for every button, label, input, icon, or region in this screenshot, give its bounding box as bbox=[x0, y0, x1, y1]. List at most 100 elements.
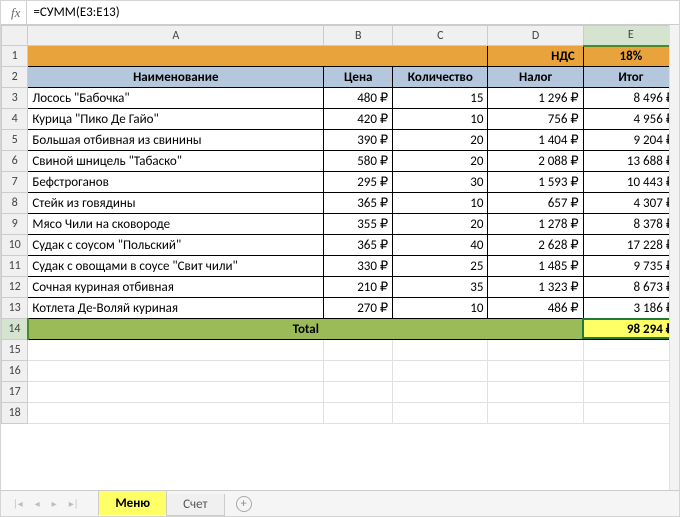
cell-qty[interactable]: 30 bbox=[393, 172, 488, 193]
row-header-2[interactable]: 2 bbox=[2, 67, 28, 88]
select-all-corner[interactable] bbox=[2, 26, 28, 46]
cell-total[interactable]: 8 378 ₽ bbox=[583, 214, 678, 235]
cell-name[interactable]: Мясо Чили на сковороде bbox=[28, 214, 324, 235]
row-header-14[interactable]: 14 bbox=[2, 319, 28, 340]
row-header-13[interactable]: 13 bbox=[2, 298, 28, 319]
worksheet-grid[interactable]: A B C D E 1 НДС 18% 2 Наименование Цена … bbox=[1, 25, 679, 483]
row-header-6[interactable]: 6 bbox=[2, 151, 28, 172]
row-header-17[interactable]: 17 bbox=[2, 382, 28, 403]
cell[interactable] bbox=[393, 340, 488, 361]
cell[interactable] bbox=[583, 340, 678, 361]
col-header-C[interactable]: C bbox=[393, 26, 488, 46]
cell-price[interactable]: 270 ₽ bbox=[324, 298, 393, 319]
cell[interactable] bbox=[28, 340, 324, 361]
cell-qty[interactable]: 20 bbox=[393, 130, 488, 151]
cell-tax[interactable]: 657 ₽ bbox=[488, 193, 583, 214]
header-tax[interactable]: Налог bbox=[488, 67, 583, 88]
cell-price[interactable]: 210 ₽ bbox=[324, 277, 393, 298]
cell[interactable] bbox=[28, 361, 324, 382]
cell-total[interactable]: 4 307 ₽ bbox=[583, 193, 678, 214]
formula-input[interactable] bbox=[27, 1, 679, 24]
col-header-B[interactable]: B bbox=[324, 26, 393, 46]
cell[interactable] bbox=[324, 382, 393, 403]
cell-tax[interactable]: 2 628 ₽ bbox=[488, 235, 583, 256]
row-header-7[interactable]: 7 bbox=[2, 172, 28, 193]
cell[interactable] bbox=[583, 361, 678, 382]
vertical-scrollbar[interactable] bbox=[669, 25, 679, 490]
header-total[interactable]: Итог bbox=[583, 67, 678, 88]
cell-tax[interactable]: 1 593 ₽ bbox=[488, 172, 583, 193]
tab-schet[interactable]: Счет bbox=[166, 494, 224, 516]
cell-qty[interactable]: 20 bbox=[393, 214, 488, 235]
total-value[interactable]: 98 294 ₽ bbox=[583, 319, 678, 340]
cell[interactable] bbox=[488, 403, 583, 424]
cell-price[interactable]: 330 ₽ bbox=[324, 256, 393, 277]
cell-price[interactable]: 480 ₽ bbox=[324, 88, 393, 109]
cell-tax[interactable]: 1 323 ₽ bbox=[488, 277, 583, 298]
cell-name[interactable]: Судак с соусом "Польский" bbox=[28, 235, 324, 256]
cell-qty[interactable]: 10 bbox=[393, 193, 488, 214]
cell-name[interactable]: Свиной шницель "Табаско" bbox=[28, 151, 324, 172]
cell[interactable] bbox=[28, 382, 324, 403]
cell[interactable] bbox=[488, 382, 583, 403]
row-header-10[interactable]: 10 bbox=[2, 235, 28, 256]
cell[interactable] bbox=[393, 361, 488, 382]
row-header-11[interactable]: 11 bbox=[2, 256, 28, 277]
row-header-1[interactable]: 1 bbox=[2, 46, 28, 67]
nds-label[interactable]: НДС bbox=[488, 46, 583, 67]
cell[interactable] bbox=[393, 382, 488, 403]
cell-price[interactable]: 390 ₽ bbox=[324, 130, 393, 151]
cell-tax[interactable]: 1 404 ₽ bbox=[488, 130, 583, 151]
cell-name[interactable]: Котлета Де-Воляй куриная bbox=[28, 298, 324, 319]
cell-price[interactable]: 355 ₽ bbox=[324, 214, 393, 235]
cell[interactable] bbox=[583, 403, 678, 424]
cell-tax[interactable]: 756 ₽ bbox=[488, 109, 583, 130]
row-header-9[interactable]: 9 bbox=[2, 214, 28, 235]
cell-name[interactable]: Большая отбивная из свинины bbox=[28, 130, 324, 151]
cell-total[interactable]: 13 688 ₽ bbox=[583, 151, 678, 172]
cell-total[interactable]: 9 204 ₽ bbox=[583, 130, 678, 151]
cell[interactable] bbox=[324, 361, 393, 382]
row-header-18[interactable]: 18 bbox=[2, 403, 28, 424]
cell-total[interactable]: 8 673 ₽ bbox=[583, 277, 678, 298]
cell-price[interactable]: 580 ₽ bbox=[324, 151, 393, 172]
row-header-8[interactable]: 8 bbox=[2, 193, 28, 214]
row-header-5[interactable]: 5 bbox=[2, 130, 28, 151]
cell-name[interactable]: Бефстроганов bbox=[28, 172, 324, 193]
nav-next-icon[interactable]: ▸ bbox=[46, 497, 63, 510]
nav-last-icon[interactable]: ▸| bbox=[63, 497, 85, 510]
cell-qty[interactable]: 35 bbox=[393, 277, 488, 298]
cell[interactable] bbox=[393, 403, 488, 424]
nav-first-icon[interactable]: |◂ bbox=[7, 497, 29, 510]
cell[interactable] bbox=[583, 382, 678, 403]
row-header-16[interactable]: 16 bbox=[2, 361, 28, 382]
cell-price[interactable]: 295 ₽ bbox=[324, 172, 393, 193]
cell[interactable] bbox=[488, 340, 583, 361]
cell-qty[interactable]: 20 bbox=[393, 151, 488, 172]
cell[interactable] bbox=[324, 340, 393, 361]
cell-total[interactable]: 4 956 ₽ bbox=[583, 109, 678, 130]
cell[interactable] bbox=[488, 361, 583, 382]
cell-name[interactable]: Судак с овощами в соусе "Свит чили" bbox=[28, 256, 324, 277]
tab-menu[interactable]: Меню bbox=[98, 491, 167, 516]
row-header-12[interactable]: 12 bbox=[2, 277, 28, 298]
row-header-3[interactable]: 3 bbox=[2, 88, 28, 109]
cell-qty[interactable]: 40 bbox=[393, 235, 488, 256]
cell-qty[interactable]: 10 bbox=[393, 109, 488, 130]
row-header-4[interactable]: 4 bbox=[2, 109, 28, 130]
cell-qty[interactable]: 10 bbox=[393, 298, 488, 319]
cell-total[interactable]: 8 496 ₽ bbox=[583, 88, 678, 109]
cell-name[interactable]: Курица "Пико Де Гайо" bbox=[28, 109, 324, 130]
cell-name[interactable]: Сочная куриная отбивная bbox=[28, 277, 324, 298]
cell-total[interactable]: 9 735 ₽ bbox=[583, 256, 678, 277]
total-label[interactable]: Total bbox=[28, 319, 583, 340]
col-header-E[interactable]: E bbox=[583, 26, 678, 46]
cell[interactable] bbox=[324, 403, 393, 424]
cell-qty[interactable]: 15 bbox=[393, 88, 488, 109]
row-header-15[interactable]: 15 bbox=[2, 340, 28, 361]
header-qty[interactable]: Количество bbox=[393, 67, 488, 88]
cell-tax[interactable]: 1 296 ₽ bbox=[488, 88, 583, 109]
col-header-A[interactable]: A bbox=[28, 26, 324, 46]
cell-total[interactable]: 17 228 ₽ bbox=[583, 235, 678, 256]
nds-rate[interactable]: 18% bbox=[583, 46, 678, 67]
